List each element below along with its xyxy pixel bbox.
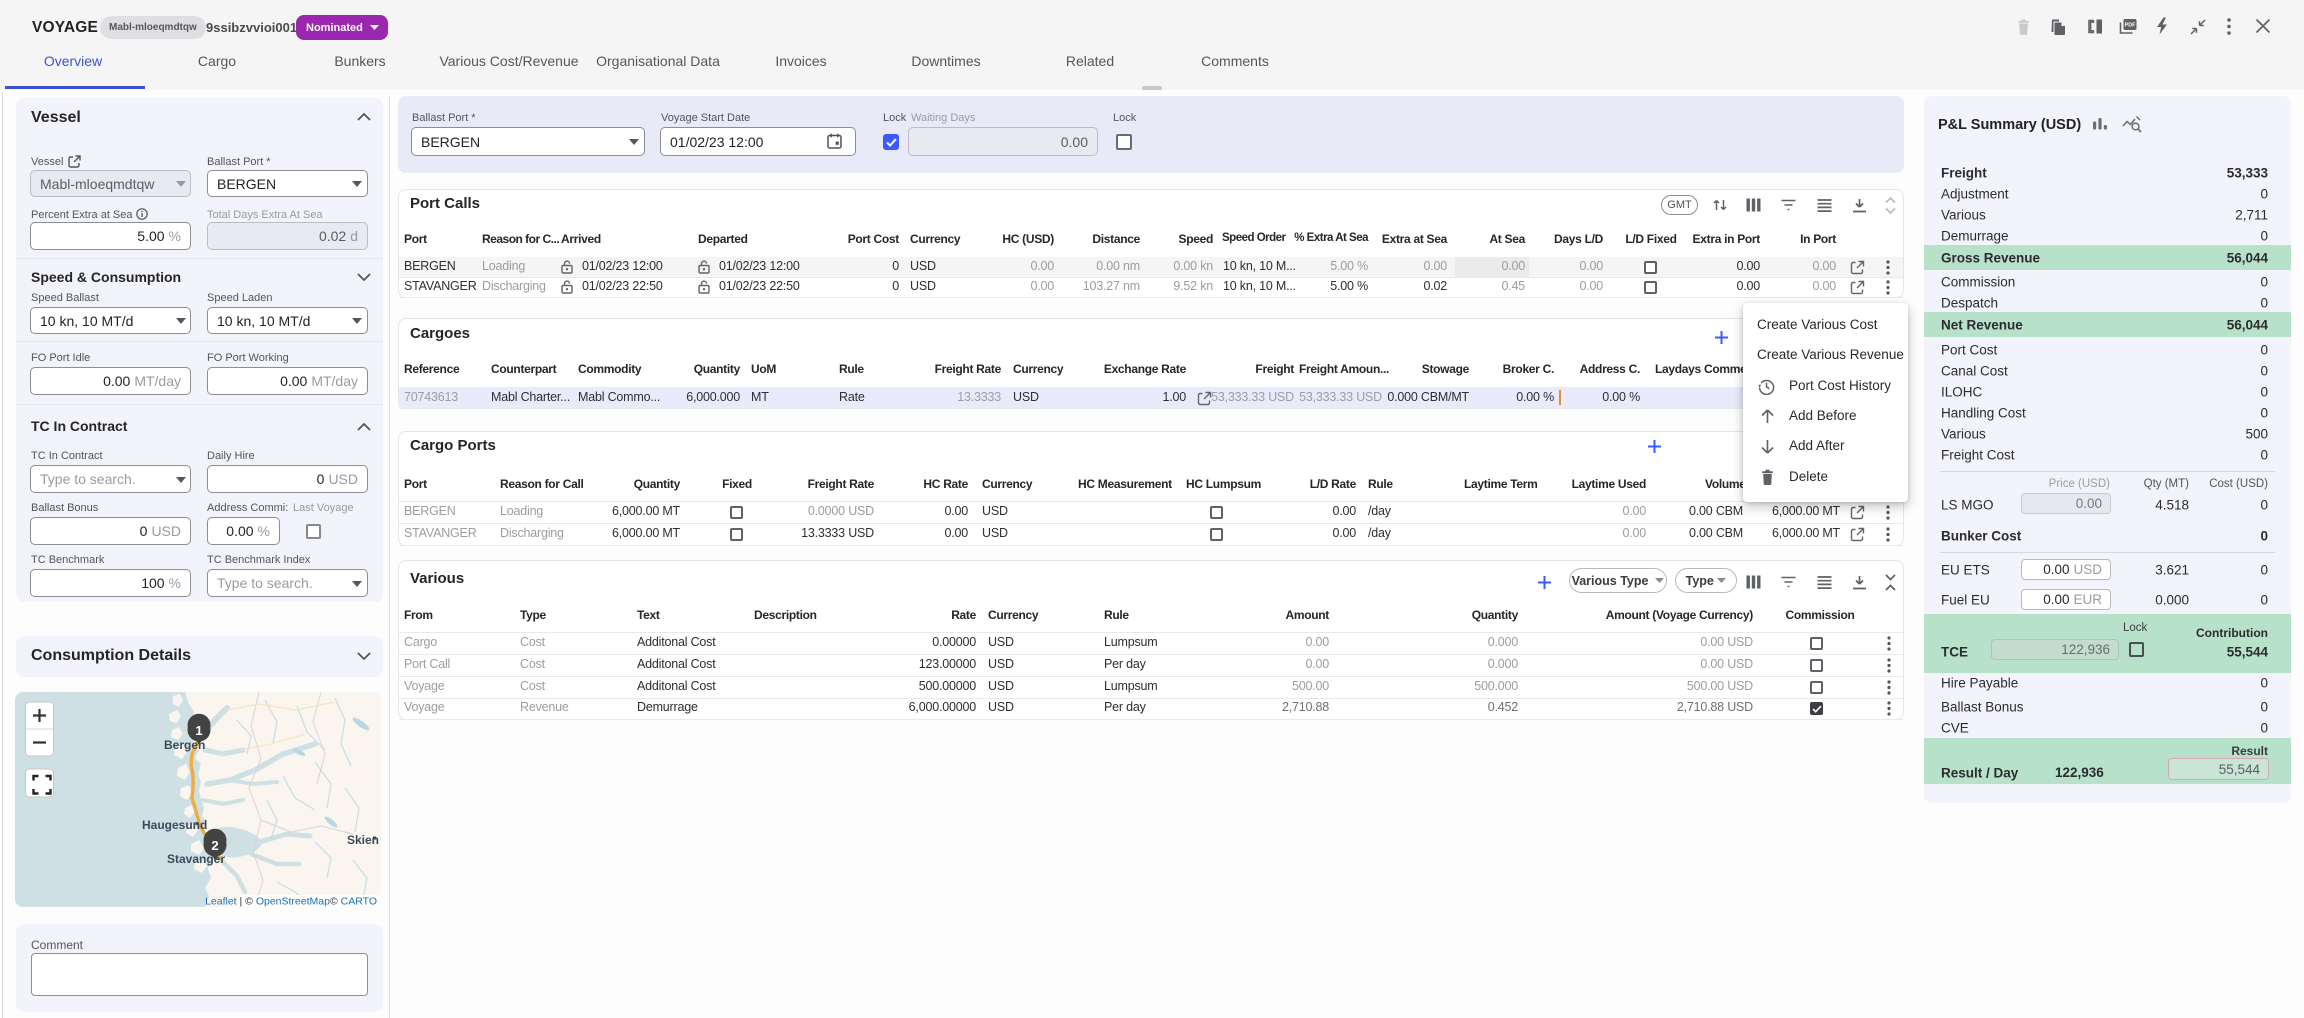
- svg-text:1: 1: [195, 723, 202, 738]
- svg-text:2: 2: [211, 838, 218, 853]
- svg-text:PDF: PDF: [2125, 23, 2136, 29]
- svg-text:Haugesund: Haugesund: [142, 818, 207, 832]
- svg-text:Skien: Skien: [347, 833, 379, 847]
- svg-text:Leaflet | © OpenStreetMap© CAR: Leaflet | © OpenStreetMap© CARTO: [205, 896, 377, 908]
